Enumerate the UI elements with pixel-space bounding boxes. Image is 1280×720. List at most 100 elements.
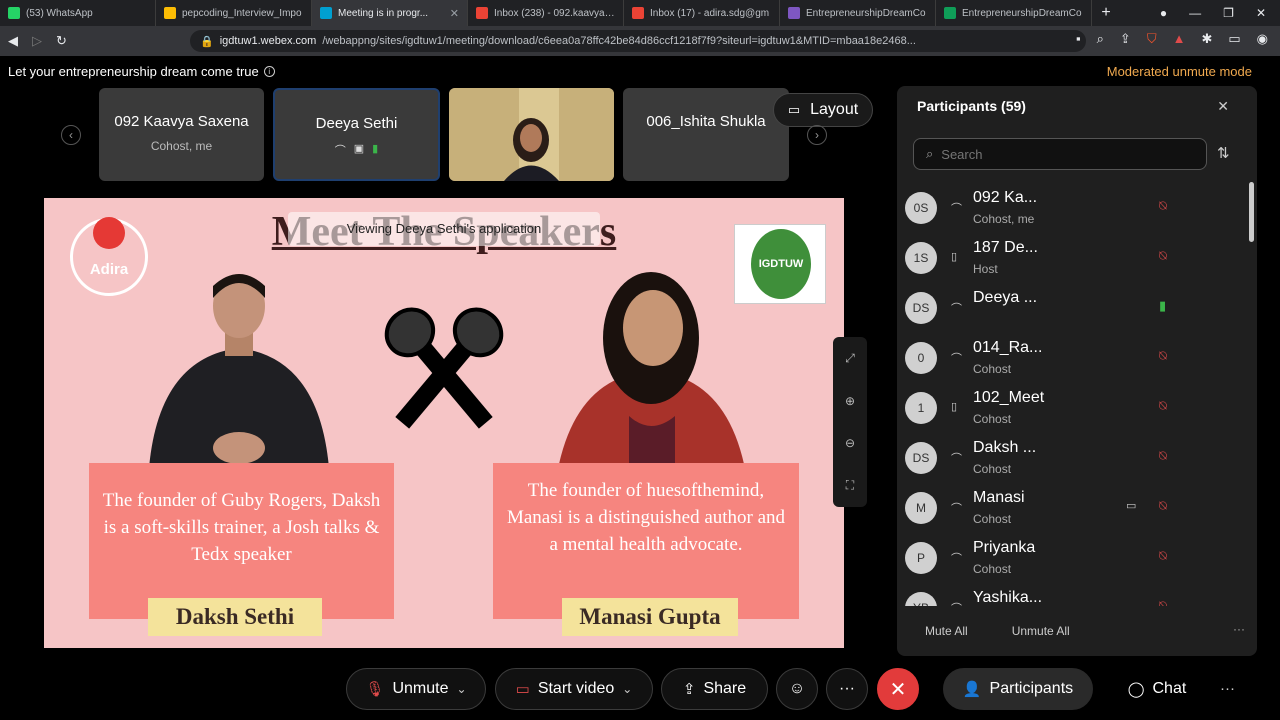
participant-row[interactable]: 0S ⌒ 092 Ka... Cohost, me ⍉ (897, 182, 1245, 232)
avatar: 0 (905, 342, 937, 374)
url-field[interactable]: 🔒 igdtuw1.webex.com/webappng/sites/igdtu… (190, 30, 1086, 52)
browser-tab[interactable]: EntrepreneurshipDreamCo (780, 0, 936, 26)
close-window-icon[interactable]: ✕ (1256, 6, 1266, 20)
sidebar-icon[interactable]: ▭ (1228, 31, 1240, 47)
speaker2-photo (559, 272, 744, 464)
video-tile-participant-camera[interactable] (449, 88, 614, 181)
camera-permission-icon[interactable]: ▪ (1076, 31, 1081, 47)
browser-tab[interactable]: (53) WhatsApp (0, 0, 156, 26)
share-button[interactable]: ⇪ Share (661, 668, 768, 710)
brave-shield-icon[interactable]: ⛉ (1147, 31, 1157, 47)
phone-icon: ▯ (951, 251, 958, 263)
mic-muted-icon[interactable]: ⍉ (1159, 248, 1167, 264)
reactions-button[interactable]: ☺ (776, 668, 818, 710)
fit-icon[interactable]: ⛶ (846, 478, 854, 493)
meeting-title: Let your entrepreneurship dream come tru… (8, 64, 275, 79)
participant-row[interactable]: 1S ▯ 187 De... Host ⍉ (897, 232, 1245, 282)
strip-next-icon[interactable]: › (807, 125, 827, 145)
browser-tab[interactable]: Meeting is in progr... ✕ (312, 0, 468, 26)
chevron-down-icon[interactable]: ⌄ (457, 682, 467, 696)
browser-tab[interactable]: Inbox (238) - 092.kaavyasax (468, 0, 624, 26)
participant-row[interactable]: 0 ⌒ 014_Ra... Cohost ⍉ (897, 332, 1245, 382)
tab-label: EntrepreneurshipDreamCo (962, 7, 1082, 19)
account-icon[interactable]: ◉ (1257, 31, 1268, 47)
search-input[interactable] (941, 146, 1182, 162)
participant-row[interactable]: P ⌒ Priyanka Cohost ⍉ (897, 532, 1245, 582)
chevron-down-icon[interactable]: ⌄ (622, 682, 632, 696)
browser-tab[interactable]: pepcoding_Interview_Impo (156, 0, 312, 26)
leave-meeting-button[interactable]: ✕ (877, 668, 919, 710)
zoom-icon[interactable]: ⌕ (1097, 31, 1104, 47)
mic-muted-icon[interactable]: ⍉ (1159, 548, 1167, 564)
mic-on-icon[interactable]: ▮ (1159, 298, 1166, 314)
chat-button[interactable]: ◯ Chat (1107, 668, 1207, 710)
strip-prev-icon[interactable]: ‹ (61, 125, 81, 145)
minimize-icon[interactable]: — (1189, 6, 1201, 20)
tab-close-icon[interactable]: ✕ (450, 7, 459, 20)
avatar: P (905, 542, 937, 574)
lock-icon: 🔒 (200, 35, 214, 48)
forward-icon[interactable]: ▷ (32, 33, 42, 49)
zoom-in-icon[interactable]: ⊕ (845, 394, 855, 408)
participant-row[interactable]: YB ⌒ Yashika... ⍉ (897, 582, 1245, 606)
mic-muted-icon[interactable]: ⍉ (1159, 348, 1167, 364)
unmute-button[interactable]: 🎙 Unmute ⌄ (346, 668, 486, 710)
avatar: M (905, 492, 937, 524)
participant-name: Yashika... (973, 589, 1043, 606)
participant-row[interactable]: DS ⌒ Deeya ... ▮ (897, 282, 1245, 332)
close-icon: ✕ (889, 678, 907, 701)
unmute-all-button[interactable]: Unmute All (1012, 624, 1070, 638)
maximize-icon[interactable]: ❐ (1223, 6, 1234, 20)
video-tile-deeya[interactable]: Deeya Sethi ⌒ ▣ ▮ (273, 88, 440, 181)
participant-role: Cohost (973, 362, 1012, 376)
extensions-icon[interactable]: ✱ (1201, 31, 1212, 47)
video-tile-kaavya[interactable]: 092 Kaavya Saxena Cohost, me (99, 88, 264, 181)
tab-favicon-icon (788, 7, 800, 19)
headset-icon: ⌒ (951, 503, 962, 515)
participant-role: Host (973, 262, 998, 276)
mic-muted-icon[interactable]: ⍉ (1159, 598, 1167, 606)
participant-search[interactable]: ⌕ (913, 138, 1207, 170)
mic-muted-icon[interactable]: ⍉ (1159, 398, 1167, 414)
participant-video-image (449, 88, 614, 181)
fullscreen-icon[interactable]: ⤢ (845, 351, 855, 366)
speaker2-description: The founder of huesofthemind, Manasi is … (493, 463, 799, 619)
start-video-button[interactable]: ▭ Start video ⌄ (495, 668, 653, 710)
new-tab-icon[interactable]: + (1092, 4, 1120, 22)
more-panels-icon[interactable]: ··· (1220, 680, 1235, 697)
sort-icon[interactable]: ⇅ (1217, 144, 1230, 162)
tab-label: EntrepreneurshipDreamCo (806, 7, 926, 19)
info-icon[interactable]: i (263, 66, 275, 77)
close-panel-icon[interactable]: ✕ (1217, 98, 1229, 115)
microphones-icon (384, 307, 504, 429)
mic-muted-icon[interactable]: ⍉ (1159, 198, 1167, 214)
browser-tab[interactable]: Inbox (17) - adira.sdg@gm (624, 0, 780, 26)
share-icon[interactable]: ⇪ (1120, 31, 1131, 47)
back-icon[interactable]: ◀ (8, 33, 18, 49)
window-controls: ● — ❐ ✕ (1160, 0, 1280, 26)
participant-row[interactable]: 1 ▯ 102_Meet Cohost ⍉ (897, 382, 1245, 432)
video-tile-ishita[interactable]: 006_Ishita Shukla (623, 88, 789, 181)
zoom-out-icon[interactable]: ⊖ (845, 436, 855, 450)
layout-button[interactable]: ▭ Layout (773, 93, 873, 127)
speaker1-name: Daksh Sethi (148, 598, 322, 636)
panel-more-icon[interactable]: ··· (1233, 622, 1245, 636)
participant-role: Cohost, me (973, 212, 1035, 226)
participants-panel: Participants (59) ✕ ⌕ ⇅ 0S ⌒ 092 Ka... Coho… (897, 86, 1257, 656)
mute-all-button[interactable]: Mute All (925, 624, 968, 638)
chat-icon: ◯ (1127, 681, 1145, 698)
profile-icon[interactable]: ● (1160, 6, 1167, 20)
rewards-icon[interactable]: ▲ (1173, 31, 1186, 47)
participant-row[interactable]: DS ⌒ Daksh ... Cohost ⍉ (897, 432, 1245, 482)
participants-button[interactable]: 👤 Participants (943, 668, 1093, 710)
mic-muted-icon[interactable]: ⍉ (1159, 498, 1167, 514)
mic-muted-icon[interactable]: ⍉ (1159, 448, 1167, 464)
reload-icon[interactable]: ↻ (56, 33, 67, 49)
share-screen-icon: ⇪ (682, 681, 696, 698)
tab-favicon-icon (632, 7, 644, 19)
panel-scrollbar[interactable] (1249, 182, 1254, 242)
participant-row[interactable]: M ⌒ Manasi Cohost ▭ ⍉ (897, 482, 1245, 532)
browser-tab[interactable]: EntrepreneurshipDreamCo (936, 0, 1092, 26)
tab-favicon-icon (8, 7, 20, 19)
more-options-button[interactable]: ··· (826, 668, 868, 710)
